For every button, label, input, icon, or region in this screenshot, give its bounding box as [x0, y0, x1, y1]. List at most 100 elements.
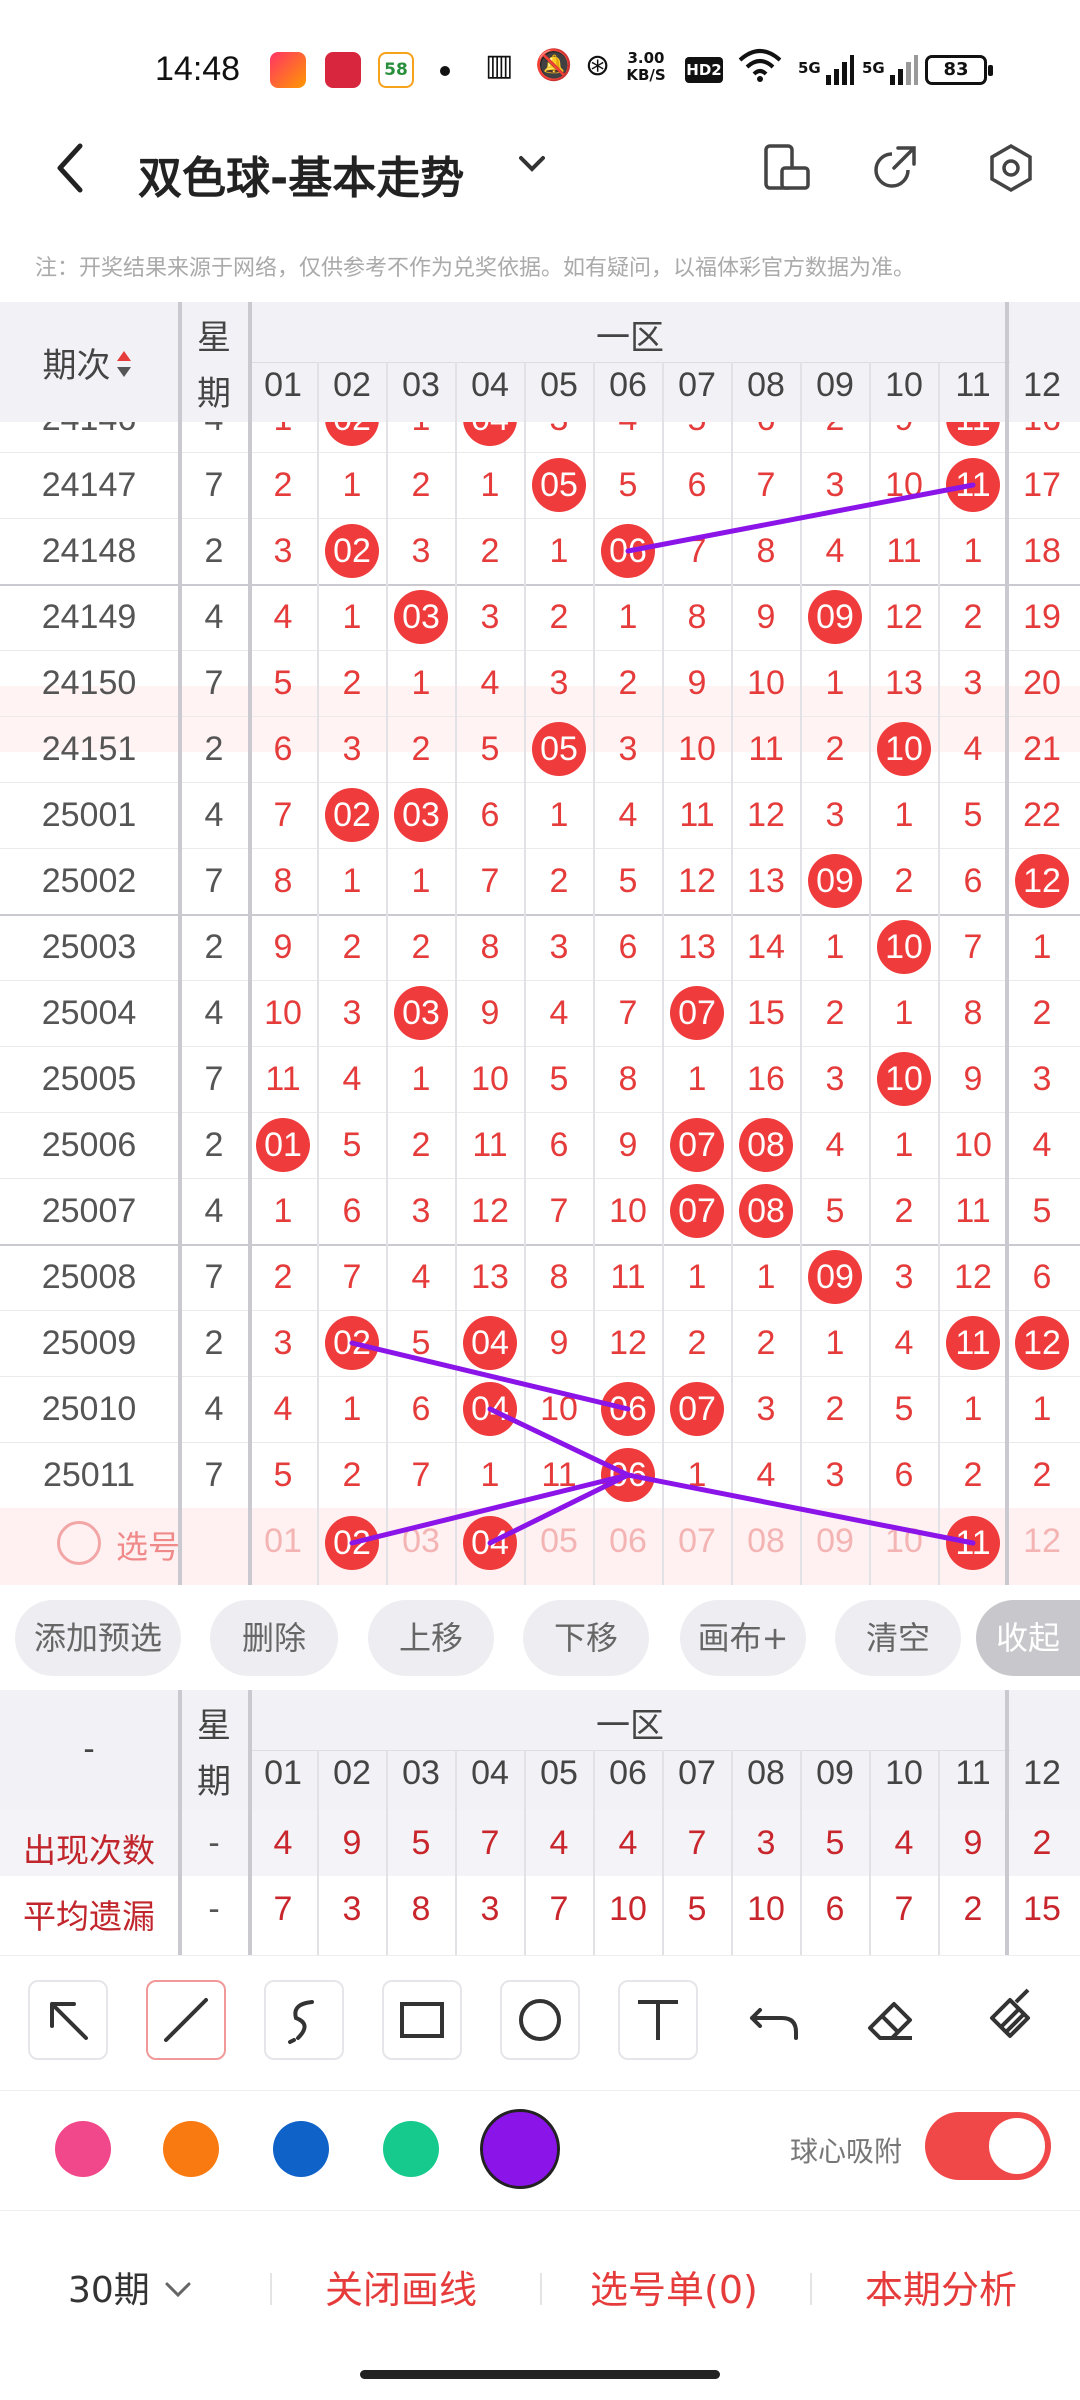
move-down-button[interactable]: 下移 — [523, 1600, 649, 1676]
move-up-button[interactable]: 上移 — [368, 1600, 494, 1676]
miss-count: 9 — [618, 1126, 638, 1164]
drawn-ball: 11 — [946, 458, 1000, 512]
miss-count: 7 — [549, 1192, 569, 1230]
miss-count: 2 — [273, 466, 293, 504]
column-divider — [523, 1750, 526, 1955]
column-header-week-line2: 期 — [197, 375, 231, 413]
select-option[interactable]: 12 — [1008, 1522, 1077, 1561]
column-divider — [316, 362, 319, 1585]
bottom-bar: 30期 关闭画线 选号单(0) 本期分析 — [0, 2210, 1080, 2350]
miss-count: 1 — [687, 1258, 707, 1296]
close-lines-button[interactable]: 关闭画线 — [325, 2259, 477, 2314]
snap-to-center-toggle[interactable] — [925, 2112, 1051, 2180]
chevron-down-icon — [165, 2282, 191, 2298]
color-swatch-orange[interactable] — [163, 2121, 219, 2177]
column-divider — [799, 362, 802, 1585]
clear-brush-icon[interactable] — [970, 1980, 1050, 2060]
column-divider — [661, 1750, 664, 1955]
color-swatch-purple-selected[interactable] — [480, 2109, 560, 2189]
column-header-number: 08 — [747, 366, 785, 404]
settings-icon[interactable] — [985, 142, 1037, 194]
miss-count: 5 — [480, 730, 500, 768]
color-swatch-green[interactable] — [383, 2121, 439, 2177]
column-divider — [454, 362, 457, 1585]
page-title[interactable]: 双色球-基本走势 — [138, 142, 464, 206]
miss-count: 10 — [678, 730, 716, 768]
miss-count: 7 — [411, 1456, 431, 1494]
drawn-ball: 02 — [325, 524, 379, 578]
selected-ball[interactable]: 04 — [463, 1516, 517, 1570]
column-header-number: 11 — [955, 1754, 991, 1792]
eraser-icon[interactable] — [852, 1980, 932, 2060]
snap-to-center-label: 球心吸附 — [790, 2135, 903, 2168]
more-notifications-dot — [440, 66, 450, 76]
line-tool-icon[interactable] — [146, 1980, 226, 2060]
stats-value: 5 — [687, 1890, 707, 1928]
miss-count: 9 — [549, 1324, 569, 1362]
row-divider — [0, 1310, 1080, 1311]
column-divider — [385, 1750, 388, 1955]
drawn-ball: 02 — [325, 788, 379, 842]
color-swatch-blue[interactable] — [273, 2121, 329, 2177]
select-option[interactable]: 05 — [525, 1522, 594, 1561]
miss-count: 3 — [1032, 1060, 1052, 1098]
signal-5g-1: 5G — [798, 55, 854, 85]
period-analysis-button[interactable]: 本期分析 — [865, 2259, 1017, 2314]
miss-count: 1 — [687, 1060, 707, 1098]
miss-count: 13 — [678, 928, 716, 966]
drawn-ball: 07 — [670, 1184, 724, 1238]
column-header-number: 12 — [1023, 366, 1061, 404]
text-tool-icon[interactable] — [618, 1980, 698, 2060]
drawn-ball: 10 — [877, 920, 931, 974]
stats-row-week: - — [208, 1890, 220, 1928]
period-selector[interactable]: 30期 — [68, 2261, 195, 2313]
stats-value: 2 — [1032, 1824, 1052, 1862]
divider-period — [178, 1690, 182, 1955]
circle-tool-icon[interactable] — [500, 1980, 580, 2060]
column-divider — [937, 362, 940, 1585]
column-header-period[interactable]: 期次 — [0, 338, 175, 388]
row-week: 7 — [204, 1060, 224, 1098]
drawn-ball: 02 — [325, 1316, 379, 1370]
column-header-number: 10 — [885, 1754, 923, 1792]
chevron-down-icon[interactable] — [515, 146, 549, 188]
sort-icon[interactable] — [115, 349, 133, 388]
add-preselect-button[interactable]: 添加预选 — [15, 1600, 181, 1676]
color-swatch-pink[interactable] — [55, 2121, 111, 2177]
share-icon[interactable] — [868, 142, 920, 194]
clear-button[interactable]: 清空 — [835, 1600, 961, 1676]
select-option[interactable]: 03 — [387, 1522, 456, 1561]
row-period: 24148 — [41, 532, 137, 570]
back-arrow-icon[interactable] — [50, 140, 90, 206]
miss-count: 12 — [885, 598, 923, 636]
delete-button[interactable]: 删除 — [210, 1600, 338, 1676]
canvas-plus-button[interactable]: 画布+ — [680, 1600, 806, 1676]
status-time: 14:48 — [155, 50, 241, 88]
selected-ball[interactable]: 11 — [946, 1516, 1000, 1570]
miss-count: 1 — [549, 796, 569, 834]
selected-ball[interactable]: 02 — [325, 1516, 379, 1570]
column-divider — [316, 1750, 319, 1955]
select-option[interactable]: 06 — [594, 1522, 663, 1561]
freehand-tool-icon[interactable] — [264, 1980, 344, 2060]
collapse-button[interactable]: 收起 — [976, 1600, 1080, 1676]
miss-count: 2 — [480, 532, 500, 570]
rectangle-tool-icon[interactable] — [382, 1980, 462, 2060]
select-option[interactable]: 01 — [249, 1522, 318, 1561]
phone-rotate-icon[interactable] — [760, 142, 812, 194]
undo-icon[interactable] — [736, 1980, 816, 2060]
bluetooth-icon: ⊛ — [585, 48, 611, 83]
selection-list-button[interactable]: 选号单(0) — [590, 2259, 758, 2314]
miss-count: 4 — [273, 1390, 293, 1428]
select-radio[interactable] — [57, 1521, 101, 1565]
select-option[interactable]: 10 — [870, 1522, 939, 1561]
select-option[interactable]: 08 — [732, 1522, 801, 1561]
select-option[interactable]: 07 — [663, 1522, 732, 1561]
miss-count: 1 — [342, 466, 362, 504]
arrow-tool-icon[interactable] — [28, 1980, 108, 2060]
miss-count: 3 — [894, 1258, 914, 1296]
miss-count: 9 — [687, 664, 707, 702]
miss-count: 12 — [609, 1324, 647, 1362]
miss-count: 1 — [825, 664, 845, 702]
select-option[interactable]: 09 — [801, 1522, 870, 1561]
